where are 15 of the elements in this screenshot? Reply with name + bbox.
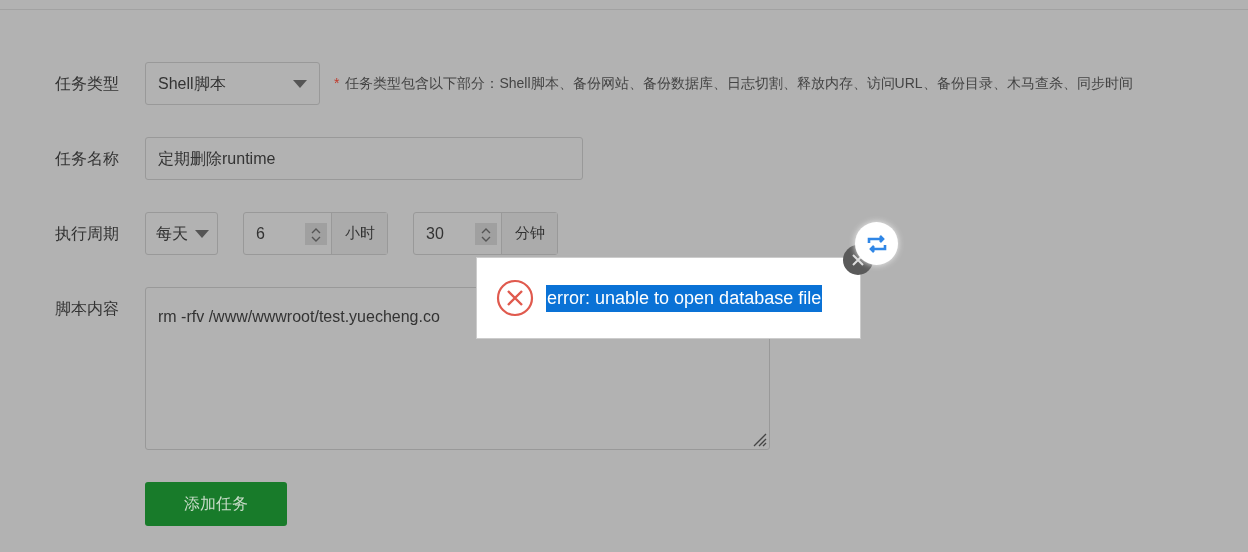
field-label: 执行周期 (55, 224, 120, 244)
field-label: 任务名称 (55, 149, 120, 169)
period-select[interactable]: 每天 (145, 212, 218, 255)
error-icon (496, 279, 534, 317)
select-field[interactable]: Shell脚本 (145, 62, 320, 105)
add-task-button[interactable]: 添加任务 (145, 482, 287, 526)
caret-icon (293, 79, 307, 88)
text-field[interactable]: 定期删除runtime (145, 137, 583, 180)
field-label: 脚本内容 (55, 299, 120, 319)
caret-icon (195, 229, 209, 238)
error-message: error: unable to open database file (546, 284, 823, 312)
field-label: 任务类型 (55, 74, 120, 94)
swap-button[interactable] (855, 222, 898, 265)
resize-grip-icon[interactable] (751, 431, 767, 447)
hint-text: * 任务类型包含以下部分：Shell脚本、备份网站、备份数据库、日志切割、释放内存、访问URL、备份目录、木马查杀、同步时间 (334, 74, 1133, 93)
